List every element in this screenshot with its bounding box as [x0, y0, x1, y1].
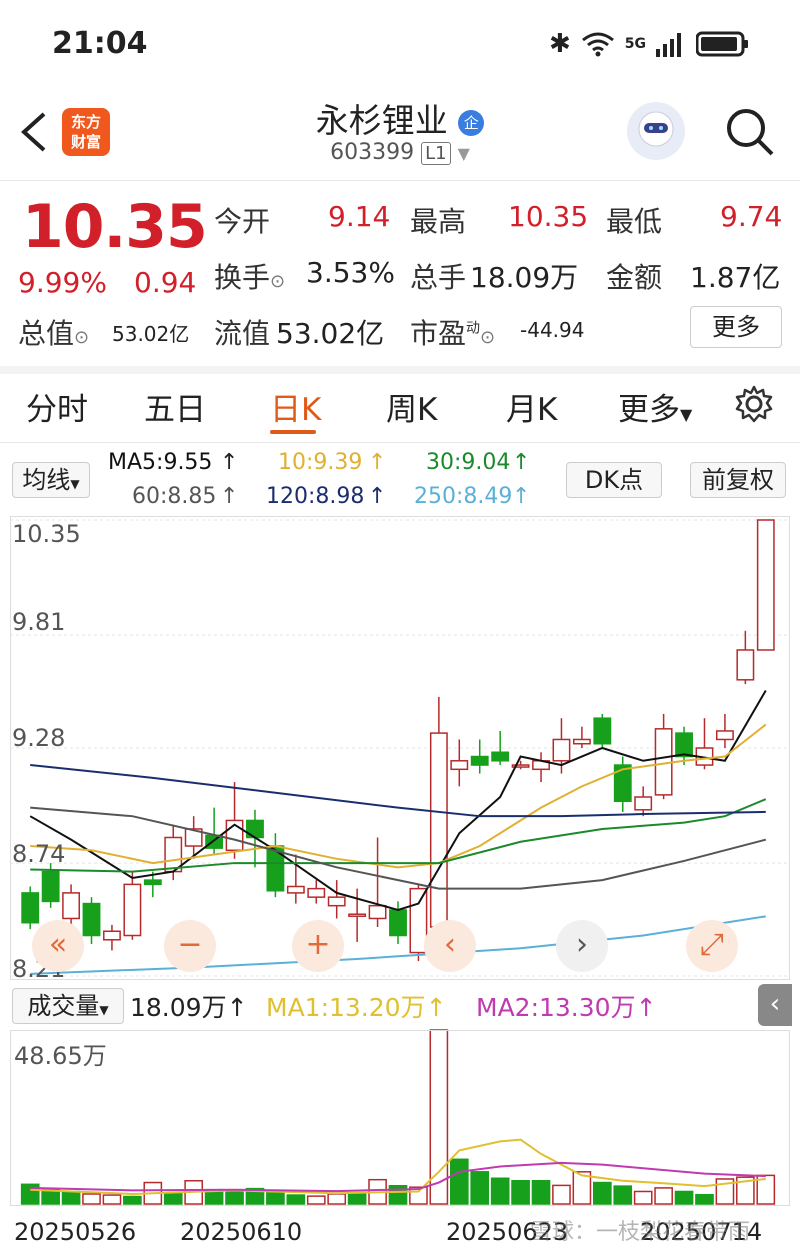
candle-body — [123, 883, 142, 937]
candle-body — [307, 887, 326, 898]
candle-body — [634, 796, 653, 811]
scroll-right-icon[interactable]: › — [556, 920, 608, 972]
volume-max-label: 48.65万 — [14, 1042, 107, 1070]
scroll-left-icon[interactable]: ‹ — [424, 920, 476, 972]
date-label: 20250526 — [14, 1218, 137, 1246]
candle-body — [491, 751, 510, 762]
candle-body — [675, 732, 693, 758]
candle-body — [327, 896, 346, 907]
ma-line-ma5 — [29, 689, 767, 911]
zoom-out-icon[interactable]: − — [164, 920, 216, 972]
candle-body — [715, 730, 734, 741]
candle-body — [286, 885, 305, 894]
candle-body — [613, 764, 632, 803]
y-tick-label: 9.81 — [12, 608, 66, 636]
date-label: 20250610 — [180, 1218, 303, 1246]
candle-body — [572, 738, 591, 745]
volume-ma1: MA1:13.20万↑ — [266, 993, 447, 1022]
candle-body — [368, 904, 387, 920]
candle-body — [736, 649, 755, 681]
candle-body — [205, 834, 224, 849]
candle-body — [593, 717, 612, 745]
candle-body — [756, 519, 775, 651]
collapse-panel-icon[interactable]: ‹ — [758, 984, 792, 1026]
expand-icon[interactable]: ⤢ — [686, 920, 738, 972]
candle-body — [348, 913, 367, 917]
candle-body — [62, 892, 81, 920]
volume-chart[interactable] — [10, 1030, 790, 1206]
volume-ma2: MA2:13.30万↑ — [476, 993, 657, 1022]
candle-body — [450, 760, 469, 771]
candle-body — [470, 755, 489, 766]
candle-body — [429, 732, 448, 928]
y-tick-label: 9.28 — [12, 724, 66, 752]
y-tick-label: 10.35 — [12, 520, 81, 548]
rewind-icon[interactable]: « — [32, 920, 84, 972]
candle-body — [41, 870, 60, 903]
candle-body — [143, 879, 162, 886]
candle-body — [103, 930, 121, 941]
candle-body — [82, 902, 101, 937]
watermark: 雪球：一枝梨花春带雨 — [530, 1220, 751, 1245]
volume-total: 18.09万↑ — [130, 993, 248, 1022]
y-tick-label: 8.74 — [12, 840, 66, 868]
zoom-in-icon[interactable]: + — [292, 920, 344, 972]
candle-body — [389, 909, 407, 937]
candle-body — [552, 738, 571, 762]
candle-body — [21, 892, 40, 924]
volume-selector[interactable]: 成交量▼ — [12, 988, 124, 1024]
